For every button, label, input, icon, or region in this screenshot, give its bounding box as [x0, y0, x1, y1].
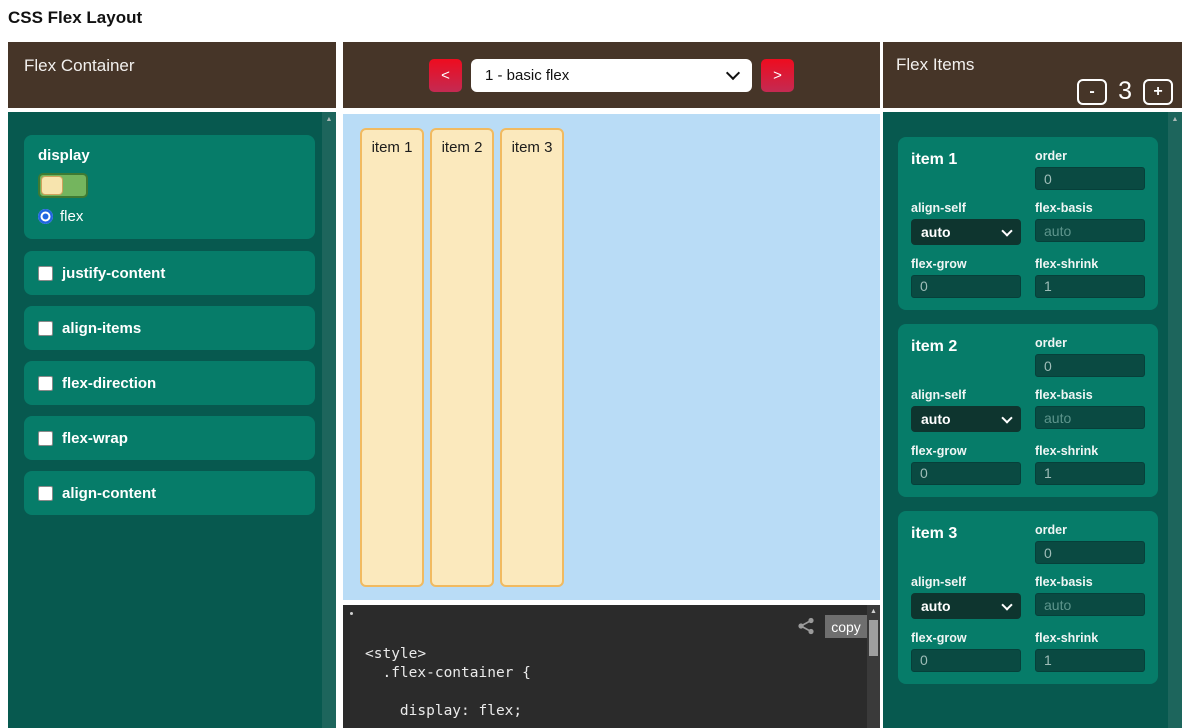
display-card: display flex — [24, 135, 315, 239]
flex-basis-input[interactable] — [1035, 219, 1145, 242]
align-self-select[interactable]: auto — [911, 406, 1021, 432]
flex-basis-input[interactable] — [1035, 593, 1145, 616]
flex-container-header: Flex Container — [8, 42, 336, 108]
scroll-up-icon[interactable]: ▲ — [867, 605, 880, 615]
align-items-label: align-items — [62, 320, 141, 337]
example-select-value: 1 - basic flex — [485, 67, 569, 84]
scroll-up-icon[interactable]: ▲ — [1168, 112, 1182, 123]
flex-item-2[interactable]: item 2 — [430, 128, 494, 587]
flex-items-header: Flex Items - 3 + — [883, 42, 1182, 108]
align-self-label: align-self — [911, 201, 1021, 215]
flex-grow-label: flex-grow — [911, 444, 1021, 458]
item-count: 3 — [1118, 77, 1132, 106]
chevron-down-icon — [726, 65, 740, 79]
flex-radio-label: flex — [60, 208, 83, 225]
flex-container-title: Flex Container — [24, 56, 135, 75]
flex-basis-label: flex-basis — [1035, 575, 1145, 589]
chevron-down-icon — [1001, 412, 1012, 423]
order-input[interactable] — [1035, 167, 1145, 190]
property-card-flex-wrap[interactable]: flex-wrap — [24, 416, 315, 460]
justify-content-label: justify-content — [62, 265, 165, 282]
flex-shrink-input[interactable] — [1035, 462, 1145, 485]
code-panel: copy <style> .flex-container { display: … — [343, 605, 880, 728]
align-self-value: auto — [921, 411, 951, 427]
flex-grow-input[interactable] — [911, 649, 1021, 672]
item-2-title: item 2 — [911, 336, 1021, 377]
align-self-value: auto — [921, 598, 951, 614]
toggle-knob — [41, 176, 63, 195]
flex-items-title: Flex Items — [896, 55, 974, 75]
flex-direction-checkbox[interactable] — [38, 376, 53, 391]
flex-shrink-input[interactable] — [1035, 649, 1145, 672]
flex-container-preview: item 1 item 2 item 3 — [343, 114, 880, 600]
align-self-select[interactable]: auto — [911, 593, 1021, 619]
order-label: order — [1035, 336, 1145, 350]
flex-shrink-input[interactable] — [1035, 275, 1145, 298]
property-card-flex-direction[interactable]: flex-direction — [24, 361, 315, 405]
item-3-title: item 3 — [911, 523, 1021, 564]
flex-grow-input[interactable] — [911, 275, 1021, 298]
order-label: order — [1035, 149, 1145, 163]
flex-shrink-label: flex-shrink — [1035, 257, 1145, 271]
prev-example-button[interactable]: < — [429, 59, 462, 92]
property-card-align-content[interactable]: align-content — [24, 471, 315, 515]
flex-grow-input[interactable] — [911, 462, 1021, 485]
property-card-align-items[interactable]: align-items — [24, 306, 315, 350]
align-content-label: align-content — [62, 485, 156, 502]
example-select[interactable]: 1 - basic flex — [471, 59, 752, 92]
left-panel-scrollbar[interactable]: ▲ — [322, 112, 336, 728]
flex-item-3[interactable]: item 3 — [500, 128, 564, 587]
next-example-button[interactable]: > — [761, 59, 794, 92]
item-3-card: item 3 order align-self auto flex-basis … — [898, 511, 1158, 684]
flex-radio[interactable] — [38, 209, 53, 224]
flex-direction-label: flex-direction — [62, 375, 156, 392]
page-title: CSS Flex Layout — [8, 8, 142, 28]
item-2-card: item 2 order align-self auto flex-basis … — [898, 324, 1158, 497]
add-item-button[interactable]: + — [1143, 79, 1173, 105]
align-self-select[interactable]: auto — [911, 219, 1021, 245]
flex-container-panel: display flex justify-content align-items… — [8, 112, 336, 728]
order-label: order — [1035, 523, 1145, 537]
flex-items-panel: item 1 order align-self auto flex-basis … — [883, 112, 1182, 728]
flex-basis-label: flex-basis — [1035, 201, 1145, 215]
flex-shrink-label: flex-shrink — [1035, 631, 1145, 645]
share-icon[interactable] — [796, 616, 816, 636]
display-toggle[interactable] — [38, 173, 88, 198]
order-input[interactable] — [1035, 354, 1145, 377]
flex-wrap-label: flex-wrap — [62, 430, 128, 447]
align-content-checkbox[interactable] — [38, 486, 53, 501]
right-panel-scrollbar[interactable]: ▲ — [1168, 112, 1182, 728]
item-1-card: item 1 order align-self auto flex-basis … — [898, 137, 1158, 310]
cursor-dot — [350, 612, 353, 615]
flex-basis-input[interactable] — [1035, 406, 1145, 429]
display-label: display — [38, 147, 301, 164]
copy-button[interactable]: copy — [825, 615, 867, 638]
align-self-value: auto — [921, 224, 951, 240]
css-code: <style> .flex-container { display: flex; — [365, 645, 531, 721]
flex-item-1[interactable]: item 1 — [360, 128, 424, 587]
remove-item-button[interactable]: - — [1077, 79, 1107, 105]
flex-grow-label: flex-grow — [911, 631, 1021, 645]
property-card-justify-content[interactable]: justify-content — [24, 251, 315, 295]
scroll-up-icon[interactable]: ▲ — [322, 112, 336, 123]
item-1-title: item 1 — [911, 149, 1021, 190]
example-selector-bar: < 1 - basic flex > — [343, 42, 880, 108]
order-input[interactable] — [1035, 541, 1145, 564]
flex-wrap-checkbox[interactable] — [38, 431, 53, 446]
justify-content-checkbox[interactable] — [38, 266, 53, 281]
align-self-label: align-self — [911, 388, 1021, 402]
code-scrollbar[interactable]: ▲ — [867, 605, 880, 728]
scroll-thumb[interactable] — [869, 620, 878, 656]
align-items-checkbox[interactable] — [38, 321, 53, 336]
flex-shrink-label: flex-shrink — [1035, 444, 1145, 458]
chevron-down-icon — [1001, 599, 1012, 610]
flex-grow-label: flex-grow — [911, 257, 1021, 271]
flex-basis-label: flex-basis — [1035, 388, 1145, 402]
chevron-down-icon — [1001, 225, 1012, 236]
align-self-label: align-self — [911, 575, 1021, 589]
